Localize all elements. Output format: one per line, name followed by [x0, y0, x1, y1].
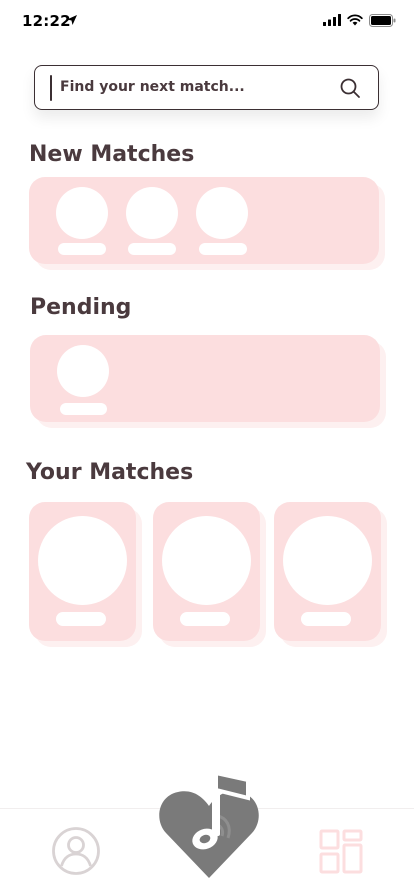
avatar [196, 187, 248, 239]
name-placeholder [199, 243, 247, 255]
wifi-icon [347, 14, 363, 26]
avatar [38, 516, 127, 605]
match-card[interactable] [153, 502, 260, 641]
avatar [56, 187, 108, 239]
name-placeholder [128, 243, 176, 255]
name-placeholder [60, 403, 107, 415]
grid-icon[interactable] [319, 829, 365, 875]
search-icon[interactable] [338, 76, 362, 100]
pending-title: Pending [30, 295, 132, 320]
your-matches-title: Your Matches [26, 460, 194, 485]
name-placeholder [180, 612, 230, 626]
name-placeholder [56, 612, 106, 626]
new-matches-card [29, 177, 379, 264]
avatar [283, 516, 372, 605]
battery-icon [369, 13, 396, 27]
match-card[interactable] [29, 502, 136, 641]
status-indicators [323, 13, 396, 27]
search-input[interactable] [60, 66, 330, 108]
signal-icon [323, 14, 341, 26]
avatar [162, 516, 251, 605]
user-circle-icon[interactable] [51, 826, 101, 876]
status-time: 12:22 [22, 12, 71, 30]
avatar [57, 345, 109, 397]
pending-card [30, 335, 380, 422]
new-matches-title: New Matches [29, 142, 195, 167]
match-card[interactable] [274, 502, 381, 641]
name-placeholder [301, 612, 351, 626]
heart-music-icon[interactable] [156, 768, 262, 880]
search-box[interactable] [34, 65, 379, 110]
location-arrow-icon [67, 15, 77, 25]
avatar [126, 187, 178, 239]
status-bar: 12:22 [0, 0, 414, 44]
name-placeholder [58, 243, 106, 255]
text-cursor [50, 75, 52, 101]
